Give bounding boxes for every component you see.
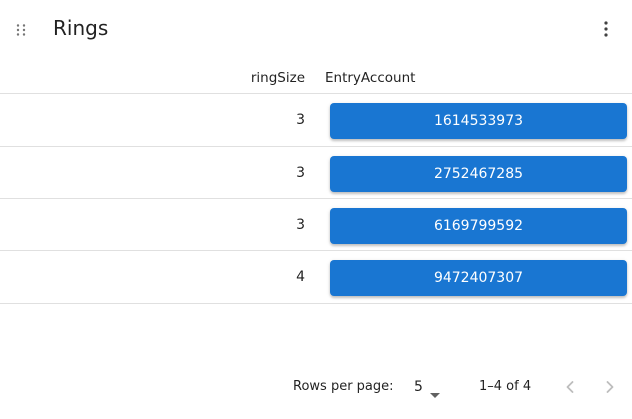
table-row: 3 6169799592 [0, 198, 632, 251]
drag-handle-icon[interactable] [14, 22, 28, 36]
panel-title: Rings [53, 16, 109, 40]
entry-account-button[interactable]: 1614533973 [330, 103, 627, 139]
pagination-range: 1–4 of 4 [479, 379, 532, 394]
chevron-left-icon[interactable] [558, 375, 582, 399]
table-row: 3 2752467285 [0, 146, 632, 199]
panel-header: Rings [0, 0, 632, 58]
ringsize-cell: 3 [296, 112, 305, 128]
table-row: 4 9472407307 [0, 250, 632, 304]
ringsize-cell: 3 [296, 165, 305, 181]
entry-account-button[interactable]: 2752467285 [330, 156, 627, 192]
column-header-entryaccount[interactable]: EntryAccount [325, 68, 415, 88]
ringsize-cell: 3 [296, 217, 305, 233]
rows-per-page-value: 5 [414, 379, 423, 395]
more-vertical-icon[interactable] [594, 17, 618, 41]
table-pagination: Rows per page: 5 1–4 of 4 [0, 366, 632, 408]
rings-panel: Rings ringSize EntryAccount 3 1614533973… [0, 0, 632, 419]
entry-account-button[interactable]: 9472407307 [330, 260, 627, 296]
rows-per-page-select[interactable]: 5 [410, 375, 446, 399]
caret-down-icon [429, 384, 441, 403]
chevron-right-icon[interactable] [598, 375, 622, 399]
ringsize-cell: 4 [296, 269, 305, 285]
table-row: 3 1614533973 [0, 93, 632, 146]
entry-account-button[interactable]: 6169799592 [330, 208, 627, 244]
column-header-ringsize[interactable]: ringSize [251, 68, 305, 88]
rows-per-page-label: Rows per page: [293, 379, 394, 394]
